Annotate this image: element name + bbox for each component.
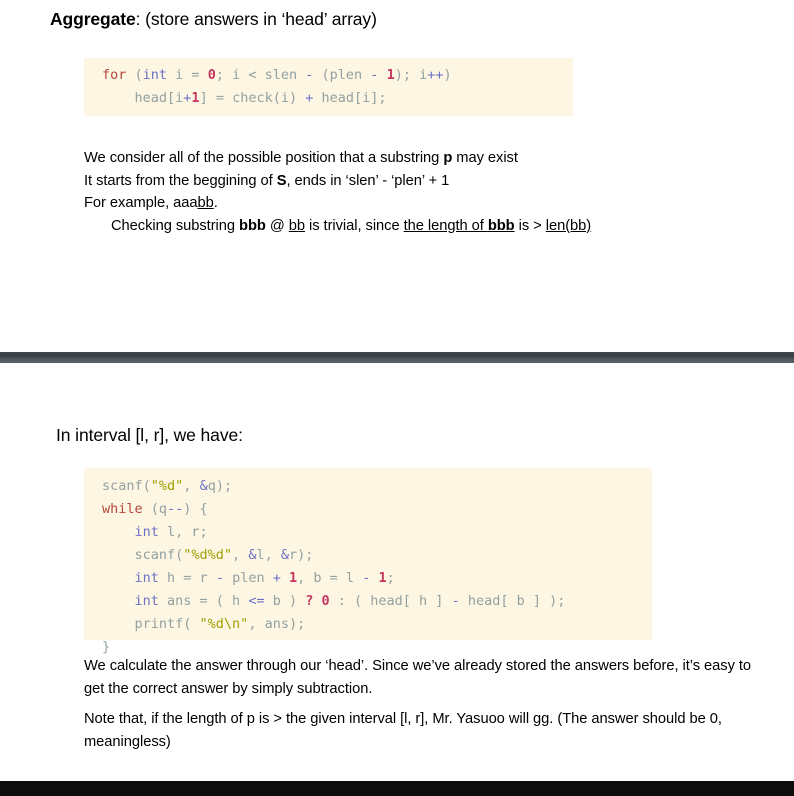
code-operator: +	[272, 570, 281, 586]
slide1-heading-rest: : (store answers in ‘head’ array)	[135, 9, 377, 29]
code-text: h = r	[158, 570, 216, 586]
code-text: , b = l	[297, 570, 363, 586]
code-type-int: int	[134, 570, 159, 586]
paragraph-2: Note that, if the length of p is > the g…	[84, 711, 722, 750]
code-number-zero: 0	[321, 593, 330, 609]
line2-c: , ends in ‘slen’ - ‘plen’ + 1	[286, 172, 450, 189]
code-text: (q	[142, 501, 168, 517]
code-type-int: int	[134, 524, 159, 540]
code-text: ,	[183, 478, 200, 494]
slide-aggregate: Aggregate: (store answers in ‘head’ arra…	[0, 0, 794, 352]
code-operator: ++	[427, 67, 444, 83]
line4-d: bb	[288, 217, 305, 234]
code-text: scanf(	[102, 478, 151, 494]
code-string-d: "%d"	[150, 478, 184, 494]
code-operator-amp: &	[199, 478, 208, 494]
bottom-bar	[0, 781, 794, 796]
line4-e: is trivial, since	[304, 217, 404, 234]
code-string-dn: "%d\n"	[199, 616, 249, 632]
code-text: ] = check(i)	[199, 90, 306, 106]
line4-f: the length of	[403, 217, 488, 234]
paragraph-1: We calculate the answer through our ‘hea…	[84, 658, 752, 697]
line1-b: p	[443, 150, 453, 166]
line3-c: .	[213, 195, 218, 211]
paragraph-line: For example, aaabb.	[84, 192, 724, 215]
code-keyword-for: for	[102, 67, 127, 83]
line3-a: For example, aaa	[84, 195, 198, 211]
code-block-interval: scanf("%d", &q); while (q--) { int l, r;…	[84, 468, 652, 655]
code-text: ); i	[394, 67, 428, 83]
line4-a: Checking substring	[111, 217, 240, 234]
code-text: : ( head[ h ]	[329, 593, 452, 609]
paragraph-line: It starts from the beggining of S, ends …	[84, 170, 724, 193]
slide1-paragraph: We consider all of the possible position…	[84, 147, 724, 237]
line4-i: len(bb)	[545, 217, 592, 234]
line4-g: bbb	[487, 217, 515, 234]
slide2-heading: In interval [l, r], we have:	[56, 425, 243, 445]
line1-c: may exist	[452, 150, 518, 166]
code-text: b )	[264, 593, 306, 609]
slide2-paragraph: We calculate the answer through our ‘hea…	[84, 655, 756, 761]
code-text: (	[126, 67, 143, 83]
code-operator: --	[167, 501, 184, 517]
line4-h: is >	[514, 217, 546, 234]
code-text: q);	[207, 478, 233, 494]
code-number-one: 1	[386, 67, 395, 83]
code-text: plen	[223, 570, 273, 586]
code-operator: -	[215, 570, 224, 586]
line2-b: S	[276, 172, 287, 189]
code-operator: <=	[248, 593, 265, 609]
code-type-int: int	[142, 67, 168, 83]
code-number-one: 1	[378, 570, 387, 586]
code-text: ans = ( h	[158, 593, 249, 609]
code-type-int: int	[134, 593, 159, 609]
code-number-zero: 0	[207, 67, 216, 83]
code-text: (plen	[313, 67, 371, 83]
code-text: i =	[167, 67, 208, 83]
code-keyword-while: while	[102, 501, 143, 517]
code-number-one: 1	[289, 570, 298, 586]
line1-a: We consider all of the possible position…	[84, 150, 444, 166]
code-string-dd: "%d%d"	[183, 547, 233, 563]
code-text: l,	[256, 547, 281, 563]
line4-c: @	[265, 217, 289, 234]
paragraph-line: We consider all of the possible position…	[84, 147, 724, 170]
code-text: ; i < slen	[215, 67, 306, 83]
code-block-aggregate: for (int i = 0; i < slen - (plen - 1); i…	[84, 58, 573, 116]
code-text: ,	[232, 547, 249, 563]
code-operator: -	[451, 593, 460, 609]
code-text: head[i];	[313, 90, 387, 106]
slide-divider	[0, 352, 794, 363]
code-number-one: 1	[191, 90, 200, 106]
line2-a: It starts from the beggining of	[84, 172, 277, 189]
slide1-heading: Aggregate: (store answers in ‘head’ arra…	[50, 9, 377, 31]
code-operator-amp: &	[280, 547, 289, 563]
paragraph-line-indented: Checking substring bbb @ bb is trivial, …	[84, 215, 724, 238]
line4-b: bbb	[239, 217, 266, 234]
line3-b: bb	[197, 195, 214, 211]
slide1-heading-bold: Aggregate	[50, 9, 136, 29]
